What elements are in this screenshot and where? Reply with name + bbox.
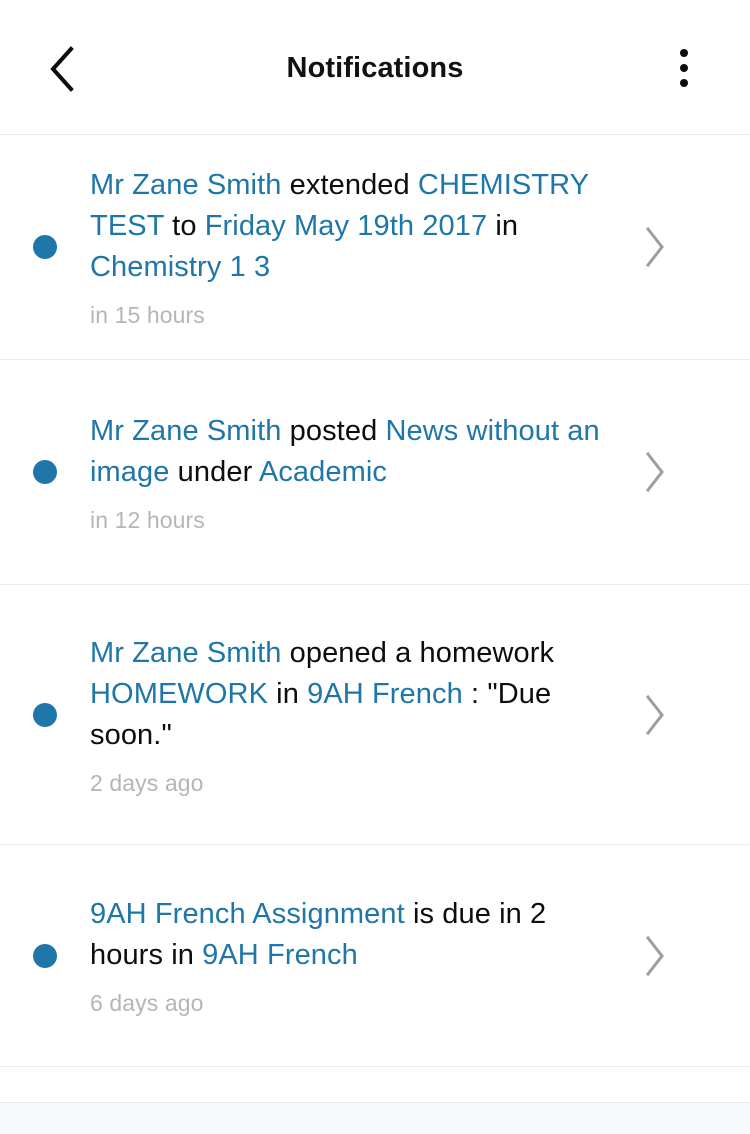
notification-timestamp: 2 days ago [90,769,204,796]
notification-plain-text: to [164,210,205,242]
notification-timestamp: in 15 hours [90,302,205,328]
notification-link[interactable]: Mr Zane Smith [90,415,281,447]
open-notification-chevron[interactable] [620,450,690,494]
notification-item[interactable]: Mr Zane Smith extended CHEMISTRY TEST to… [0,135,750,360]
notification-plain-text: in [487,210,519,242]
notification-link[interactable]: 9AH French [202,939,358,971]
unread-dot-icon [33,702,57,727]
notification-body: 9AH French Assignment is due in 2 hours … [90,894,620,1017]
chevron-right-icon [642,934,668,978]
chevron-left-icon [47,46,77,92]
more-vertical-icon-dot3 [680,79,688,87]
notification-item[interactable]: Mr Zane Smith opened a homework HOMEWORK… [0,585,750,845]
notification-text: Mr Zane Smith posted News without an ima… [90,411,602,493]
unread-dot-icon [33,460,57,484]
notification-body: Mr Zane Smith posted News without an ima… [90,411,620,534]
notification-link[interactable]: Chemistry 1 3 [90,251,270,283]
notification-plain-text: extended [281,169,418,201]
notification-text: 9AH French Assignment is due in 2 hours … [90,894,602,976]
more-vertical-icon-dot2 [680,64,688,72]
notification-plain-text: under [169,455,259,488]
notification-link[interactable]: 9AH French Assignment [90,898,405,930]
unread-indicator-cell [0,460,90,484]
notification-timestamp: in 12 hours [90,506,205,533]
back-button[interactable] [34,41,90,97]
open-notification-chevron[interactable] [620,225,690,269]
notification-link[interactable]: Mr Zane Smith [90,169,281,201]
notification-plain-text: posted [281,414,386,447]
notification-text: Mr Zane Smith extended CHEMISTRY TEST to… [90,165,602,288]
notifications-screen: Notifications Mr Zane Smith extended CHE… [0,0,750,1134]
notification-plain-text: opened a homework [281,636,555,669]
notification-item[interactable]: Mr Zane Smith posted News without an ima… [0,360,750,585]
app-bar: Notifications [0,0,750,135]
unread-indicator-cell [0,235,90,259]
chevron-right-icon [642,450,668,494]
notification-link[interactable]: 9AH French [307,678,463,710]
notification-body: Mr Zane Smith extended CHEMISTRY TEST to… [90,165,620,329]
overflow-menu-button[interactable] [658,40,710,96]
notification-timestamp: 6 days ago [90,990,204,1016]
notification-text: Mr Zane Smith opened a homework HOMEWORK… [90,633,602,756]
more-vertical-icon [680,49,688,57]
notification-plain-text: in [268,677,308,710]
chevron-right-icon [642,693,668,737]
unread-dot-icon [33,235,57,259]
open-notification-chevron[interactable] [620,934,690,978]
notification-link[interactable]: Mr Zane Smith [90,637,281,669]
notification-link[interactable]: HOMEWORK [90,678,268,710]
unread-indicator-cell [0,702,90,727]
page-title: Notifications [286,51,464,84]
notification-item[interactable]: 9AH French Assignment is due in 2 hours … [0,845,750,1067]
chevron-right-icon [642,225,668,269]
notification-link[interactable]: Academic [259,456,387,488]
notification-body: Mr Zane Smith opened a homework HOMEWORK… [90,633,620,797]
unread-dot-icon [33,943,57,968]
notification-list: Mr Zane Smith extended CHEMISTRY TEST to… [0,135,750,1102]
bottom-strip [0,1102,750,1134]
open-notification-chevron[interactable] [620,693,690,737]
unread-indicator-cell [0,943,90,968]
notification-link[interactable]: Friday May 19th 2017 [205,210,487,242]
